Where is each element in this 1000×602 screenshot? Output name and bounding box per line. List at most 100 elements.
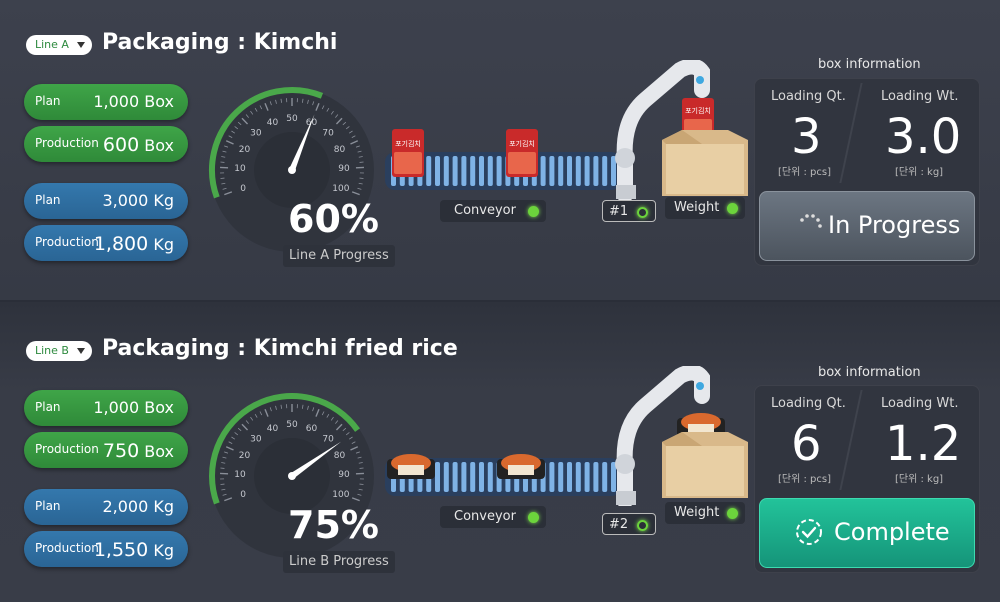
- loading-qt-unit: [단위 : pcs]: [778, 167, 831, 178]
- plan-box-value: 1,000 Box: [93, 398, 174, 417]
- production-box-number: 600: [102, 134, 140, 156]
- status-label: Complete: [834, 518, 950, 546]
- conveyor-roller: [575, 156, 581, 186]
- gauge-needle-pivot: [288, 472, 296, 480]
- status-dot-icon: [528, 512, 539, 523]
- conveyor-status: Conveyor: [440, 506, 546, 528]
- loading-wt-label: Loading Wt.: [881, 89, 959, 104]
- conveyor-roller: [558, 462, 564, 492]
- gauge-tick-label: 40: [267, 118, 279, 128]
- spinner-icon: [800, 214, 822, 228]
- product-label: 포기김치: [395, 139, 421, 148]
- progress-percent: 75%: [288, 503, 379, 547]
- plan-kg-pill: Plan 2,000 Kg: [24, 489, 188, 525]
- status-button[interactable]: Complete: [759, 498, 975, 568]
- conveyor-roller: [461, 462, 467, 492]
- conveyor-roller: [470, 156, 476, 186]
- conveyor-roller: [584, 462, 590, 492]
- conveyor-roller: [549, 462, 555, 492]
- plan-kg-pill: Plan 3,000 Kg: [24, 183, 188, 219]
- robot-label: #2: [609, 517, 629, 532]
- kimchi-product-2: 포기김치: [506, 129, 538, 177]
- page-title: Packaging : Kimchi: [102, 30, 338, 55]
- loading-wt-value: 3.0: [885, 109, 962, 165]
- conveyor-roller: [470, 462, 476, 492]
- gauge-tick-label: 40: [267, 424, 279, 434]
- weight-status: Weight: [665, 197, 745, 219]
- production-box-unit: Box: [144, 136, 174, 155]
- gauge-tick-label: 0: [240, 490, 246, 500]
- plan-box-number: 1,000: [93, 398, 140, 417]
- line-selector[interactable]: Line B: [26, 341, 92, 361]
- cardboard-box: [662, 432, 748, 498]
- plan-box-pill: Plan 1,000 Box: [24, 390, 188, 426]
- conveyor-roller: [487, 462, 493, 492]
- weight-status: Weight: [665, 502, 745, 524]
- plan-box-value: 1,000 Box: [93, 92, 174, 111]
- plan-box-unit: Box: [144, 398, 174, 417]
- conveyor-roller: [461, 156, 467, 186]
- conveyor-roller: [567, 462, 572, 492]
- box-info-card: Loading Qt. 6 [단위 : pcs] Loading Wt. 1.2…: [754, 385, 980, 573]
- status-button[interactable]: In Progress: [759, 191, 975, 261]
- status-dot-icon: [528, 206, 539, 217]
- production-kg-number: 1,800: [93, 233, 149, 255]
- plan-kg-value: 3,000 Kg: [102, 191, 174, 210]
- production-kg-number: 1,550: [93, 539, 149, 561]
- line-section: Line A Packaging : Kimchi Plan 1,000 Box …: [0, 0, 1000, 300]
- plan-kg-value: 2,000 Kg: [102, 497, 174, 516]
- gauge-tick-label: 30: [250, 129, 262, 139]
- conveyor-roller: [479, 462, 484, 492]
- plan-box-pill: Plan 1,000 Box: [24, 84, 188, 120]
- gauge-tick-label: 60: [306, 424, 318, 434]
- status-dot-icon: [727, 203, 738, 214]
- page-title: Packaging : Kimchi fried rice: [102, 336, 458, 361]
- gauge-tick-label: 70: [322, 129, 334, 139]
- conveyor-roller: [443, 462, 449, 492]
- status-ring-icon: [637, 207, 648, 218]
- status-ring-icon: [637, 520, 648, 531]
- production-kg-pill: Production 1,800 Kg: [24, 225, 188, 261]
- conveyor-roller: [593, 156, 599, 186]
- gauge-needle-pivot: [288, 166, 296, 174]
- conveyor-roller: [487, 156, 493, 186]
- box-info-card: Loading Qt. 3 [단위 : pcs] Loading Wt. 3.0…: [754, 78, 980, 266]
- plan-label: Plan: [35, 94, 61, 108]
- gauge-tick-label: 100: [332, 490, 349, 500]
- gauge-tick-label: 70: [322, 435, 334, 445]
- gauge-tick-label: 0: [240, 184, 246, 194]
- plan-label: Plan: [35, 400, 61, 414]
- conveyor-roller: [584, 156, 590, 186]
- production-box-value: 600 Box: [103, 134, 174, 156]
- production-label: Production: [35, 541, 99, 555]
- gauge-tick-label: 90: [338, 470, 350, 480]
- production-label: Production: [35, 136, 99, 150]
- conveyor-roller: [540, 156, 546, 186]
- loading-wt-label: Loading Wt.: [881, 396, 959, 411]
- fried-rice-product-2: [497, 454, 545, 479]
- chevron-down-icon: [77, 42, 85, 48]
- check-circle-icon: [796, 519, 822, 545]
- loading-qt-label: Loading Qt.: [771, 396, 846, 411]
- production-kg-value: 1,550 Kg: [94, 539, 174, 561]
- conveyor-label: Conveyor: [454, 203, 516, 218]
- production-kg-unit: Kg: [153, 235, 174, 254]
- production-box-pill: Production 750 Box: [24, 432, 188, 468]
- production-box-pill: Production 600 Box: [24, 126, 188, 162]
- gauge-tick-label: 30: [250, 435, 262, 445]
- kimchi-product-1: 포기김치: [392, 129, 424, 177]
- production-box-value: 750 Box: [103, 440, 174, 462]
- conveyor-roller: [549, 156, 555, 186]
- robot-status: #2: [602, 513, 656, 535]
- box-info-header: box information: [818, 365, 921, 380]
- production-label: Production: [35, 442, 99, 456]
- conveyor-status: Conveyor: [440, 200, 546, 222]
- loading-qt-value: 6: [791, 416, 822, 472]
- conveyor-roller: [593, 462, 599, 492]
- gauge-tick-label: 50: [286, 420, 298, 430]
- robot-status: #1: [602, 200, 656, 222]
- line-selector[interactable]: Line A: [26, 35, 92, 55]
- plan-label: Plan: [35, 499, 61, 513]
- fried-rice-product-1: [387, 454, 435, 479]
- production-label: Production: [35, 235, 99, 249]
